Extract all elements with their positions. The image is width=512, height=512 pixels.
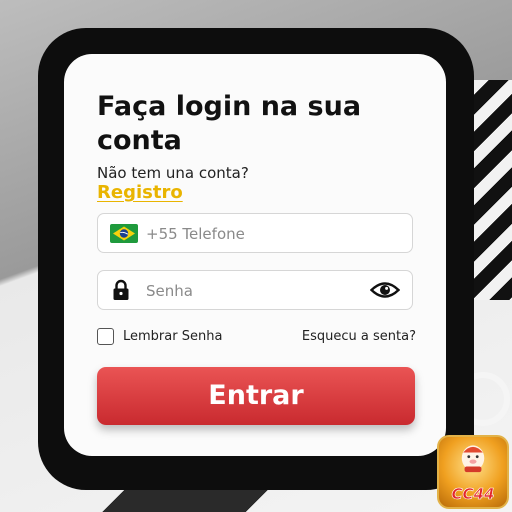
forgot-password-link[interactable]: Esquecu a senta?	[302, 329, 416, 344]
mascot-icon	[461, 445, 485, 473]
page-title: Faça login na sua conta	[97, 91, 362, 156]
app-badge[interactable]: CC44	[437, 435, 509, 509]
phone-field[interactable]: +55 Telefone	[97, 213, 413, 253]
app-logo-text: CC44	[451, 485, 495, 504]
password-placeholder: Senha	[146, 282, 193, 300]
lock-icon	[113, 279, 129, 300]
remember-label: Lembrar Senha	[123, 329, 223, 344]
eye-icon[interactable]	[370, 280, 400, 300]
phone-placeholder: +55 Telefone	[146, 225, 245, 243]
remember-checkbox[interactable]	[97, 328, 114, 345]
register-link[interactable]: Registro	[97, 182, 183, 203]
no-account-prompt: Não tem una conta?	[97, 164, 249, 182]
submit-button[interactable]: Entrar	[97, 367, 415, 425]
brazil-flag-icon	[110, 224, 138, 243]
login-card: Faça login na sua conta Não tem una cont…	[64, 54, 446, 456]
password-field[interactable]: Senha	[97, 270, 413, 310]
